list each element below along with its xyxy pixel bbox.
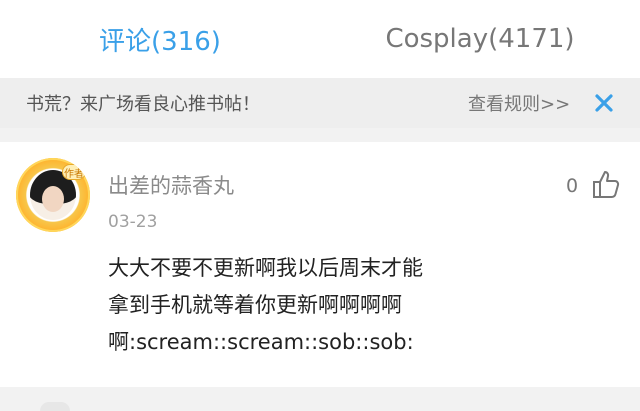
notice-bar: 书荒？来广场看良心推书帖！ 查看规则>>	[0, 78, 640, 128]
comment-line: 大大不要不更新啊我以后周末才能	[108, 256, 423, 280]
avatar[interactable]: 作者	[16, 158, 90, 232]
comment-line: 啊:scream::scream::sob::sob:	[108, 330, 414, 354]
notice-text: 书荒？来广场看良心推书帖！	[26, 94, 260, 115]
tab-comments[interactable]: 评论(316)	[0, 0, 320, 78]
comment-username[interactable]: 出差的蒜香丸	[108, 170, 234, 200]
tab-bar: 评论(316) Cosplay(4171)	[0, 0, 640, 78]
thumbs-up-icon[interactable]	[590, 168, 622, 200]
comment-line: 拿到手机就等着你更新啊啊啊啊	[108, 293, 402, 317]
tab-cosplay[interactable]: Cosplay(4171)	[320, 0, 640, 78]
author-badge: 作者	[62, 164, 86, 180]
bottom-separator	[0, 387, 640, 411]
next-comment-avatar-peek	[40, 402, 70, 411]
section-gap	[0, 128, 640, 142]
view-rules-link[interactable]: 查看规则>>	[468, 90, 570, 116]
like-count: 0	[566, 175, 579, 197]
comment-content: 大大不要不更新啊我以后周末才能 拿到手机就等着你更新啊啊啊啊 啊:scream:…	[108, 250, 588, 361]
close-icon[interactable]	[592, 91, 616, 115]
comment-date: 03-23	[108, 212, 158, 232]
comment-item: 作者 出差的蒜香丸 03-23 0 大大不要不更新啊我以后周末才能 拿到手机就等…	[0, 142, 640, 387]
